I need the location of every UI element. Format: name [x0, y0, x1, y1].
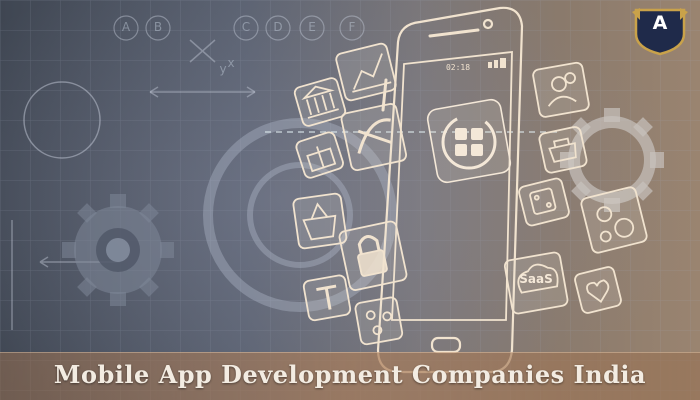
saas-label: SaaS: [519, 272, 553, 286]
grid-letter: B: [153, 20, 163, 34]
hero-banner: A B C D E F x y 02:18 SaaS A Mobile App …: [0, 0, 700, 400]
grid-letter: D: [273, 20, 283, 34]
heart-icon: [574, 266, 622, 314]
app-grid-icon: [426, 98, 512, 184]
money-icon: [580, 186, 648, 254]
lock-icon: [340, 103, 407, 171]
illustration: [0, 0, 700, 400]
grid-letter: E: [308, 20, 316, 34]
grid-letter: A: [121, 20, 131, 34]
axis-letter-y: y: [219, 62, 227, 76]
grid-letter: C: [241, 20, 251, 34]
grid-letter: F: [348, 20, 356, 34]
padlock-icon: [338, 220, 408, 291]
phone-time: 02:18: [445, 63, 471, 72]
shopping-basket-icon: [292, 192, 348, 250]
people-icon: [532, 61, 590, 118]
logo-letter: A: [652, 12, 668, 34]
banner-caption: Mobile App Development Companies India: [53, 360, 647, 389]
pen-tool-icon: [302, 274, 352, 322]
toolbox-icon: [538, 126, 588, 174]
share-icon: [354, 296, 404, 346]
